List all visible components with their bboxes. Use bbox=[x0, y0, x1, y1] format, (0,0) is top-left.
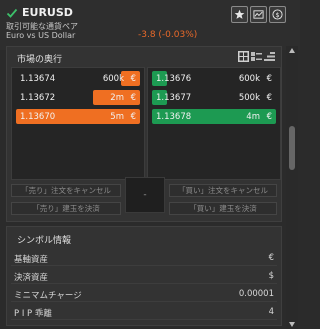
symbol-info-title: シンボル情報 bbox=[17, 236, 72, 246]
info-key: 基軸資産 bbox=[14, 255, 49, 265]
cancel-sell-orders-button[interactable]: 「売り」注文をキャンセル bbox=[11, 184, 121, 197]
trade-button[interactable]: $ bbox=[269, 6, 286, 23]
close-sell-positions-button[interactable]: 「売り」建玉を決済 bbox=[11, 202, 121, 215]
info-key: ミニマムチャージ bbox=[14, 291, 82, 301]
sell-currency: € bbox=[130, 74, 136, 84]
sell-quantity: 5m bbox=[110, 112, 124, 122]
svg-text:$: $ bbox=[275, 11, 279, 19]
sell-quantity: 2m bbox=[110, 93, 124, 103]
market-depth-panel: 市場の奥行 1.13674 600k € 1.13672 2m € 1.1367… bbox=[6, 46, 282, 222]
symbol-header: EURUSD 取引可能な通貨ペア Euro vs US Dollar -3.8 … bbox=[0, 0, 300, 50]
buy-currency: € bbox=[266, 74, 272, 84]
sell-row[interactable]: 1.13674 600k € bbox=[16, 71, 140, 86]
grid-view-icon[interactable] bbox=[238, 51, 249, 62]
buy-quantity: 500k bbox=[238, 93, 260, 103]
scroll-thumb[interactable] bbox=[289, 126, 295, 170]
sell-price: 1.13670 bbox=[20, 112, 56, 122]
buy-order-book: 1.13676 600k € 1.13677 500k € 1.13678 4m… bbox=[147, 67, 281, 180]
info-value: € bbox=[268, 253, 274, 263]
info-value: 0.00001 bbox=[238, 289, 274, 299]
buy-price: 1.13676 bbox=[156, 74, 192, 84]
vertical-scrollbar[interactable] bbox=[286, 46, 298, 329]
info-value: 4 bbox=[268, 307, 274, 317]
symbol-name: EURUSD bbox=[22, 6, 73, 19]
buy-currency: € bbox=[266, 93, 272, 103]
cancel-buy-orders-button[interactable]: 「買い」注文をキャンセル bbox=[169, 184, 277, 197]
dollar-icon: $ bbox=[272, 9, 283, 20]
info-value: $ bbox=[268, 271, 274, 281]
scroll-up-arrow-icon[interactable] bbox=[289, 48, 295, 53]
info-row-quote-asset: 決済資産 $ bbox=[11, 267, 277, 284]
spread-display: - bbox=[125, 177, 165, 213]
buy-quantity: 600k bbox=[238, 74, 260, 84]
sell-price: 1.13672 bbox=[20, 93, 56, 103]
price-change: -3.8 (-0.03%) bbox=[138, 30, 198, 40]
buy-quantity: 4m bbox=[246, 112, 260, 122]
buy-price: 1.13677 bbox=[156, 93, 192, 103]
list-view-icon[interactable] bbox=[251, 51, 262, 62]
favorite-button[interactable] bbox=[231, 6, 248, 23]
info-row-pip: P I P 乖離 4 bbox=[11, 303, 277, 320]
scroll-down-arrow-icon[interactable] bbox=[289, 322, 295, 327]
buy-row[interactable]: 1.13678 4m € bbox=[152, 109, 276, 124]
market-depth-title: 市場の奥行 bbox=[17, 55, 63, 65]
sell-row[interactable]: 1.13672 2m € bbox=[16, 90, 140, 105]
instrument-description: Euro vs US Dollar bbox=[6, 31, 76, 40]
close-buy-positions-button[interactable]: 「買い」建玉を決済 bbox=[169, 202, 277, 215]
buy-currency: € bbox=[266, 112, 272, 122]
buy-row[interactable]: 1.13677 500k € bbox=[152, 90, 276, 105]
info-key: 決済資産 bbox=[14, 273, 49, 283]
info-key: P I P 乖離 bbox=[14, 309, 52, 319]
sell-quantity: 600k bbox=[102, 74, 124, 84]
view-toggle bbox=[238, 51, 275, 62]
sell-currency: € bbox=[130, 112, 136, 122]
info-row-base-asset: 基軸資産 € bbox=[11, 249, 277, 266]
sell-currency: € bbox=[130, 93, 136, 103]
chart-button[interactable] bbox=[250, 6, 267, 23]
buy-row[interactable]: 1.13676 600k € bbox=[152, 71, 276, 86]
sell-price: 1.13674 bbox=[20, 74, 56, 84]
buy-price: 1.13678 bbox=[156, 112, 192, 122]
chart-icon bbox=[253, 10, 264, 19]
check-icon bbox=[6, 8, 18, 18]
info-row-min-tick: ミニマムチャージ 0.00001 bbox=[11, 285, 277, 302]
star-icon bbox=[234, 9, 245, 19]
sell-row[interactable]: 1.13670 5m € bbox=[16, 109, 140, 124]
symbol-info-panel: シンボル情報 基軸資産 € 決済資産 $ ミニマムチャージ 0.00001 P … bbox=[6, 226, 282, 326]
sell-order-book: 1.13674 600k € 1.13672 2m € 1.13670 5m € bbox=[11, 67, 145, 180]
compact-view-icon[interactable] bbox=[264, 51, 275, 62]
